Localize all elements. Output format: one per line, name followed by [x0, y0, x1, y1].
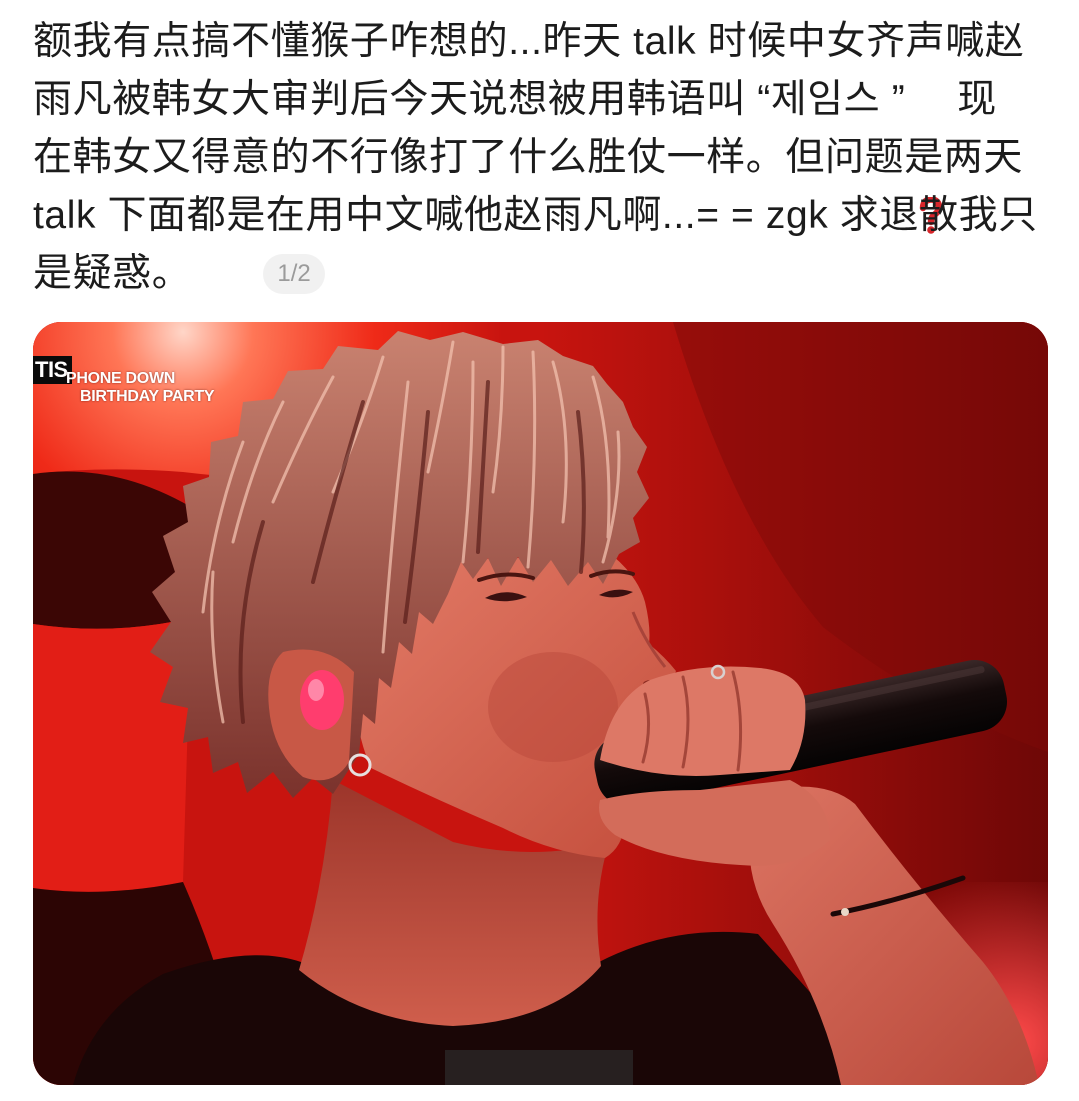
post-line-3: 在韩女又得意的不行像打了什么胜仗一样。但问题是两天 — [33, 129, 1063, 187]
post-line-3-text: 在韩女又得意的不行像打了什么胜仗一样。但问题是两天 — [33, 136, 1024, 179]
post-line-4: talk 下面都是在用中文喊他赵雨凡啊...= = zgk 求退散我只 — [33, 187, 1063, 245]
in-ear-monitor-highlight — [308, 679, 324, 701]
post-line-2-text-end: 现 — [957, 78, 997, 121]
video-overlay-title-line-2: BIRTHDAY PARTY — [80, 388, 215, 405]
post-text: 额我有点搞不懂猴子咋想的...昨天 talk 时候中女齐声喊赵 雨凡被韩女大审判… — [33, 13, 1063, 412]
video-overlay-title-line-1: PHONE DOWN — [66, 370, 176, 387]
cheek-shadow — [488, 652, 618, 762]
pensive-face-emoji-icon — [195, 251, 241, 412]
post-line-5: 是疑惑。 1/2 — [33, 245, 1063, 412]
post-line-1-text: 额我有点搞不懂猴子咋想的...昨天 talk 时候中女齐声喊赵 — [33, 20, 1025, 63]
concert-photo — [33, 322, 1048, 1085]
watermark-strip — [445, 1050, 633, 1085]
red-question-mark-icon — [917, 81, 945, 234]
post-line-2: 雨凡被韩女大审判后今天说想被用韩语叫 “제임스 ” 现 — [33, 71, 1063, 234]
post-photo[interactable]: TIS PHONE DOWN BIRTHDAY PARTY — [33, 322, 1048, 1085]
post-line-5-text: 是疑惑。 — [33, 252, 192, 295]
post-line-2-text-start: 雨凡被韩女大审判后今天说想被用韩语叫 “제임스 ” — [33, 78, 906, 121]
image-counter-badge: 1/2 — [263, 254, 325, 294]
bracelet-charm — [841, 908, 849, 916]
pink-in-ear-monitor — [300, 670, 344, 730]
post-line-4-text: talk 下面都是在用中文喊他赵雨凡啊...= = zgk 求退散我只 — [33, 194, 1038, 237]
post-line-1: 额我有点搞不懂猴子咋想的...昨天 talk 时候中女齐声喊赵 — [33, 13, 1063, 71]
